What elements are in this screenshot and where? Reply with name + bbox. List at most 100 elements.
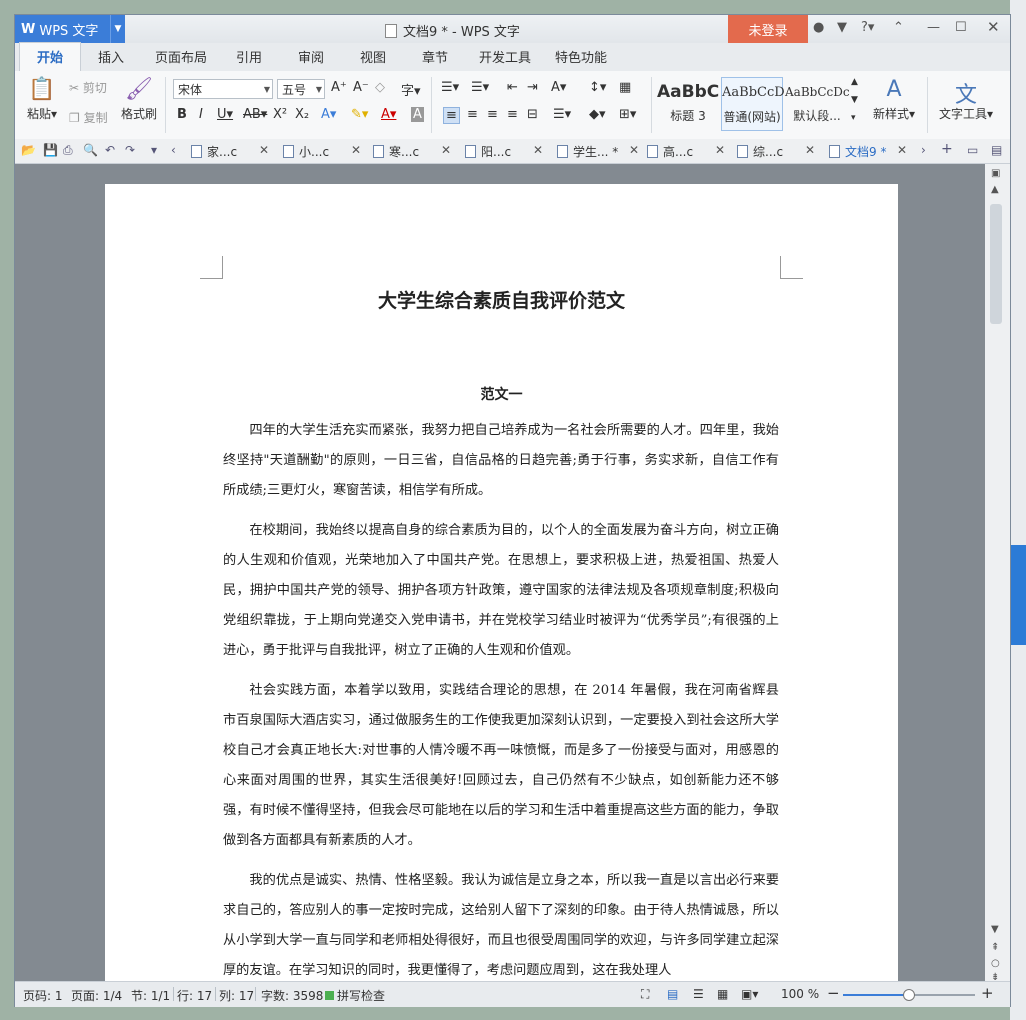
- zoom-slider-thumb[interactable]: [903, 989, 915, 1001]
- clear-format-icon[interactable]: ◇: [375, 80, 385, 95]
- doc-tab[interactable]: 寒...c ✕: [373, 143, 451, 160]
- bold-icon[interactable]: B: [177, 107, 187, 122]
- undo-icon[interactable]: ↶: [105, 143, 115, 157]
- status-pages[interactable]: 页面: 1/4: [71, 987, 122, 1004]
- redo-icon[interactable]: ↷: [125, 143, 135, 157]
- style-default-paragraph[interactable]: AaBbCcDc 默认段...: [785, 77, 850, 131]
- cut-button[interactable]: ✂ 剪切: [69, 79, 107, 96]
- new-style-button[interactable]: A 新样式▾: [867, 77, 921, 122]
- close-tab-icon[interactable]: ✕: [351, 143, 361, 157]
- prev-page-icon[interactable]: ⇞: [991, 942, 999, 953]
- tab-menu-icon[interactable]: ▤: [991, 143, 1002, 157]
- table-icon[interactable]: ▦: [619, 80, 631, 95]
- reading-view-icon[interactable]: ▣▾: [741, 987, 758, 1001]
- close-tab-icon[interactable]: ✕: [897, 143, 907, 157]
- chinese-layout-icon[interactable]: A▾: [551, 80, 566, 95]
- doc-tab[interactable]: 小...c ✕: [283, 143, 361, 160]
- text-tools-button[interactable]: 文 文字工具▾: [935, 77, 997, 122]
- shrink-font-icon[interactable]: A⁻: [353, 80, 369, 95]
- tab-references[interactable]: 引用: [236, 43, 262, 71]
- tab-home[interactable]: 开始: [19, 42, 81, 71]
- align-right-icon[interactable]: ≡: [487, 107, 498, 122]
- zoom-out-icon[interactable]: −: [827, 984, 840, 1002]
- close-tab-icon[interactable]: ✕: [441, 143, 451, 157]
- doc-tab[interactable]: 综...c ✕: [737, 143, 815, 160]
- tab-review[interactable]: 审阅: [298, 43, 324, 71]
- shading-icon[interactable]: ◆▾: [589, 107, 606, 122]
- style-normal-web[interactable]: AaBbCcD 普通(网站): [721, 77, 785, 131]
- style-heading3[interactable]: AaBbC 标题 3: [657, 77, 719, 131]
- web-view-icon[interactable]: ▦: [717, 987, 728, 1001]
- skin-icon[interactable]: ●: [813, 20, 824, 35]
- doc-tab[interactable]: 学生... * ✕: [557, 143, 639, 160]
- close-tab-icon[interactable]: ✕: [805, 143, 815, 157]
- tab-chapter[interactable]: 章节: [422, 43, 448, 71]
- spell-check-button[interactable]: 拼写检查: [325, 987, 385, 1004]
- copy-button[interactable]: ❐ 复制: [69, 109, 108, 126]
- distribute-icon[interactable]: ⊟: [527, 107, 538, 122]
- justify-icon[interactable]: ≡: [507, 107, 518, 122]
- tab-special[interactable]: 特色功能: [555, 43, 607, 71]
- paste-button[interactable]: 📋 粘贴▾: [21, 77, 63, 122]
- format-painter-button[interactable]: 🖌 格式刷: [119, 77, 159, 122]
- collapse-ribbon-icon[interactable]: ⌃: [893, 20, 904, 35]
- scroll-thumb[interactable]: [990, 204, 1002, 324]
- ruler-toggle-icon[interactable]: ▣: [991, 168, 1000, 179]
- maximize-icon[interactable]: ☐: [955, 20, 967, 35]
- vertical-scrollbar[interactable]: ▣ ▲ ▼ ⇞ ○ ⇟: [985, 164, 1010, 983]
- tab-insert[interactable]: 插入: [98, 43, 124, 71]
- doc-tab[interactable]: 家...c ✕: [191, 143, 269, 160]
- status-row[interactable]: 行: 17: [177, 987, 212, 1004]
- status-page-code[interactable]: 页码: 1: [23, 987, 63, 1004]
- bullets-icon[interactable]: ☰▾: [441, 80, 459, 95]
- text-effect-icon[interactable]: A▾: [321, 107, 336, 122]
- tab-scroll-left-icon[interactable]: ‹: [171, 143, 176, 157]
- doc-tab[interactable]: 高...c ✕: [647, 143, 725, 160]
- zoom-slider-track[interactable]: [843, 989, 975, 1001]
- full-screen-icon[interactable]: ⛶: [641, 987, 649, 1002]
- minimize-icon[interactable]: —: [927, 20, 940, 35]
- decrease-indent-icon[interactable]: ⇤: [507, 80, 518, 95]
- increase-indent-icon[interactable]: ⇥: [527, 80, 538, 95]
- borders-icon[interactable]: ⊞▾: [619, 107, 636, 122]
- tab-page-layout[interactable]: 页面布局: [155, 43, 207, 71]
- superscript-icon[interactable]: X²: [273, 107, 287, 122]
- document-page[interactable]: 大学生综合素质自我评价范文 范文一 四年的大学生活充实而紧张，我努力把自己培养成…: [105, 184, 898, 981]
- align-center-icon[interactable]: ≡: [467, 107, 478, 122]
- strikethrough-icon[interactable]: AB▾: [243, 107, 267, 122]
- style-scroll-down-icon[interactable]: ▼: [851, 95, 858, 105]
- style-scroll-up-icon[interactable]: ▲: [851, 77, 858, 87]
- char-shading-icon[interactable]: A: [411, 107, 424, 122]
- status-section[interactable]: 节: 1/1: [131, 987, 170, 1004]
- subscript-icon[interactable]: X₂: [295, 107, 309, 122]
- chevron-down-icon[interactable]: ▼: [110, 15, 125, 43]
- phonetic-icon[interactable]: 字▾: [401, 80, 421, 99]
- highlight-icon[interactable]: ✎▾: [351, 107, 368, 122]
- underline-icon[interactable]: U▾: [217, 107, 233, 122]
- close-tab-icon[interactable]: ✕: [715, 143, 725, 157]
- doc-tab[interactable]: 阳...c ✕: [465, 143, 543, 160]
- tab-list-icon[interactable]: ▭: [967, 143, 978, 157]
- font-name-combo[interactable]: 宋体 ▼: [173, 79, 273, 99]
- italic-icon[interactable]: I: [199, 107, 203, 122]
- save-icon[interactable]: 💾: [43, 143, 58, 157]
- font-color-icon[interactable]: A▾: [381, 107, 396, 122]
- tab-scroll-right-icon[interactable]: ›: [921, 143, 926, 157]
- close-tab-icon[interactable]: ✕: [629, 143, 639, 157]
- style-more-icon[interactable]: ▾: [851, 113, 856, 123]
- help-icon[interactable]: ?▾: [861, 20, 874, 35]
- outline-view-icon[interactable]: ☰: [693, 987, 704, 1001]
- shirt-icon[interactable]: ▼: [837, 20, 847, 35]
- doc-tab-active[interactable]: 文档9 * ✕: [829, 143, 907, 160]
- status-word-count[interactable]: 字数: 3598: [261, 987, 323, 1004]
- scroll-up-icon[interactable]: ▲: [991, 184, 999, 195]
- close-icon[interactable]: ✕: [987, 18, 1000, 36]
- print-preview-icon[interactable]: 🔍: [83, 143, 98, 157]
- grow-font-icon[interactable]: A⁺: [331, 80, 347, 95]
- status-col[interactable]: 列: 17: [219, 987, 254, 1004]
- scroll-down-icon[interactable]: ▼: [991, 924, 999, 935]
- new-tab-icon[interactable]: +: [941, 141, 953, 157]
- print-icon[interactable]: ⎙: [63, 143, 73, 158]
- page-view-icon[interactable]: ▤: [667, 987, 678, 1001]
- close-tab-icon[interactable]: ✕: [533, 143, 543, 157]
